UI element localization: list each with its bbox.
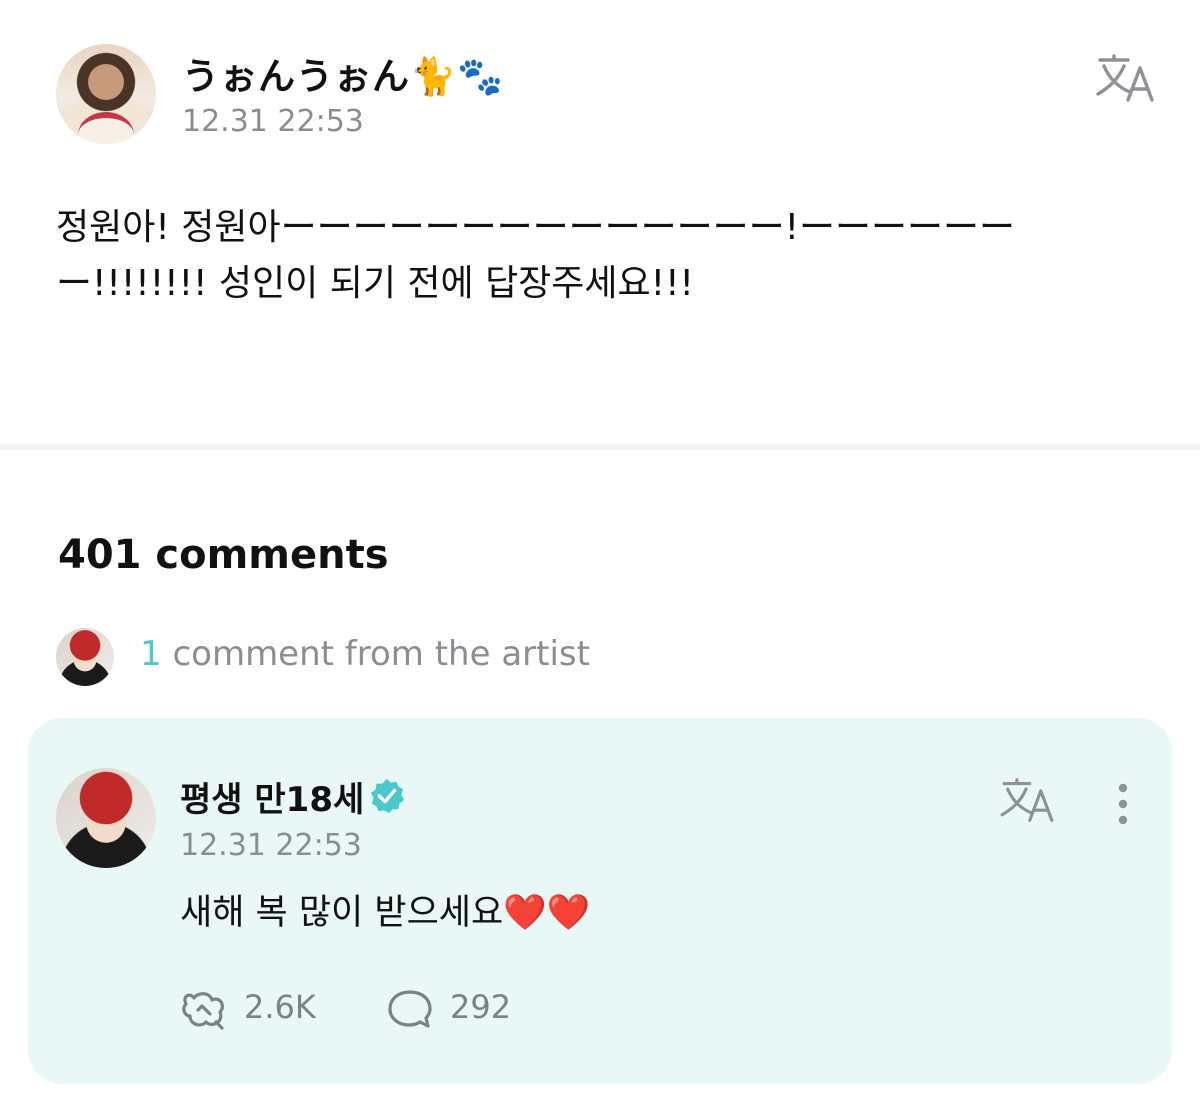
artist-avatar-small (56, 628, 114, 686)
reply-count: 292 (450, 988, 512, 1026)
post-author-name[interactable]: うぉんうぉん🐈🐾 (182, 46, 504, 100)
post-author-avatar[interactable] (56, 44, 156, 144)
post-timestamp: 12.31 22:53 (182, 104, 364, 139)
artist-comment-actions: 2.6K 292 (180, 984, 780, 1032)
artist-comments-count: 1 (140, 634, 162, 674)
artist-comments-summary[interactable]: 1 comment from the artist (56, 628, 756, 686)
artist-comments-label: 1 comment from the artist (140, 634, 590, 674)
heart-emoji: ❤️❤️ (503, 893, 591, 933)
like-button[interactable]: 2.6K (180, 984, 340, 1032)
translate-icon[interactable] (1094, 54, 1156, 104)
more-options-icon[interactable] (1108, 780, 1138, 828)
section-divider (0, 444, 1200, 450)
post-header: うぉんうぉん🐈🐾 12.31 22:53 (56, 44, 1156, 148)
artist-comments-text: comment from the artist (161, 634, 590, 674)
artist-comment-text: 새해 복 많이 받으세요❤️❤️ (180, 884, 590, 935)
artist-comment-timestamp: 12.31 22:53 (180, 828, 362, 863)
translate-icon[interactable] (998, 778, 1056, 824)
comments-count-heading: 401 comments (58, 532, 389, 578)
like-icon (182, 992, 225, 1030)
artist-comment-card: 평생 만18세 12.31 22:53 새해 복 많이 받으세요❤️❤️ 2.6… (28, 718, 1172, 1084)
reply-button[interactable]: 292 (386, 984, 536, 1032)
verified-badge-icon (371, 778, 405, 814)
artist-comment-message: 새해 복 많이 받으세요 (180, 893, 504, 933)
artist-comment-author[interactable]: 평생 만18세 (180, 772, 406, 821)
artist-comment-author-name: 평생 만18세 (180, 780, 365, 820)
comment-bubble-icon (388, 990, 432, 1028)
post-body-text: 정원아! 정원아ーーーーーーーーーーーーーー!ーーーーーーー!!!!!!!! 성… (56, 207, 1016, 304)
like-count: 2.6K (244, 988, 316, 1026)
artist-comment-avatar[interactable] (56, 768, 156, 868)
